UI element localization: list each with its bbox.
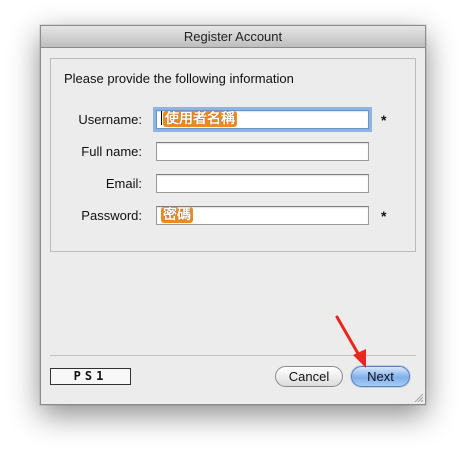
- password-value: 密碼: [161, 207, 193, 223]
- red-arrow-icon: [335, 315, 366, 368]
- password-required-mark: *: [381, 208, 387, 224]
- username-value: 使用者名稱: [163, 111, 237, 127]
- email-field[interactable]: [156, 174, 369, 193]
- password-field[interactable]: 密碼: [156, 206, 369, 225]
- username-required-mark: *: [381, 112, 387, 128]
- fullname-field[interactable]: [156, 142, 369, 161]
- ps1-logo: PS1: [50, 368, 131, 385]
- password-label: Password:: [81, 208, 142, 223]
- text-caret: [161, 111, 162, 125]
- username-field[interactable]: 使用者名稱: [156, 110, 369, 129]
- username-label: Username:: [78, 112, 142, 127]
- form-panel: Please provide the following information…: [50, 58, 416, 252]
- resize-grip-icon[interactable]: [413, 392, 423, 402]
- window-title: Register Account: [41, 26, 425, 48]
- fullname-label: Full name:: [81, 144, 142, 159]
- email-label: Email:: [105, 176, 142, 191]
- form-instruction: Please provide the following information: [64, 71, 294, 86]
